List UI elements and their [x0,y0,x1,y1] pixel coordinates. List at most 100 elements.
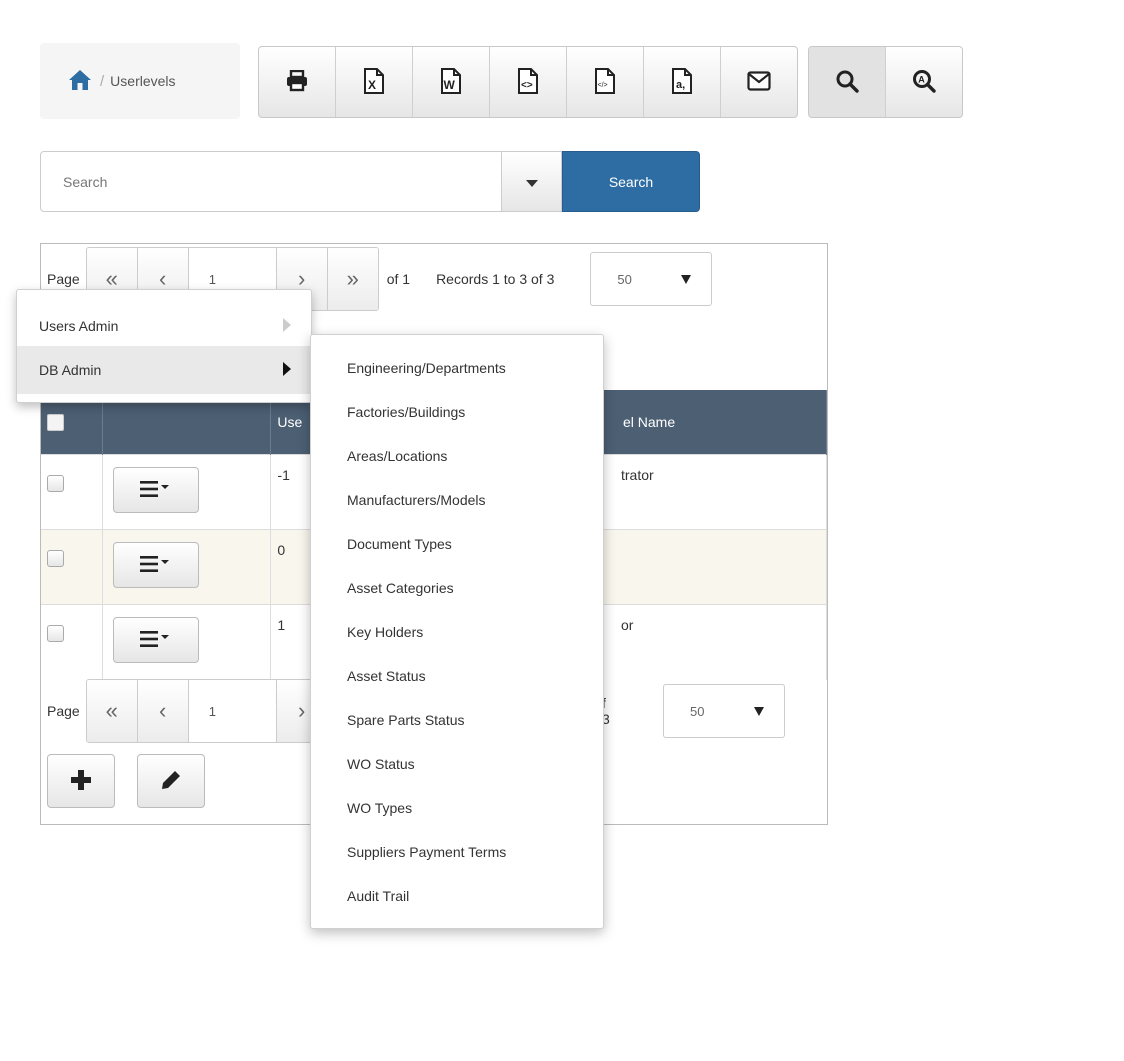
submenu-item-wo-types[interactable]: WO Types [347,800,412,816]
list-menu-icon [140,555,172,576]
page-size-select[interactable]: 50 [590,252,713,306]
plus-icon [70,769,92,794]
svg-text:<>: <> [521,80,533,91]
pager-label: Page [47,271,80,287]
breadcrumb-current: Userlevels [110,73,176,89]
xml-icon: </> [595,67,615,97]
row-checkbox[interactable] [47,475,64,492]
advanced-search-icon: A [912,69,936,96]
userlevel-id: 1 [277,617,286,633]
row-actions-cell [102,529,272,605]
prev-page-button[interactable]: ‹ [137,680,189,742]
userlevel-name-header: el Name [623,414,676,430]
svg-text:a,: a, [676,79,685,91]
row-checkbox[interactable] [47,625,64,642]
row-actions-button[interactable] [113,467,200,513]
page-number-input[interactable] [188,680,277,742]
submenu-item-key-holders[interactable]: Key Holders [347,624,423,640]
page-size-select[interactable]: 50 [663,684,785,738]
word-icon: W [441,67,461,97]
caret-right-icon [283,361,291,379]
export-xml-button[interactable]: </> [567,47,644,117]
export-html-button[interactable]: <> [490,47,567,117]
csv-icon: a, [672,67,692,97]
userlevel-id-header: Use [277,414,303,430]
submenu-item-audit-trail[interactable]: Audit Trail [347,888,409,904]
submenu-item-document-types[interactable]: Document Types [347,536,452,552]
row-select-cell [41,454,104,530]
caret-down-icon [754,704,764,719]
submenu-item-asset-status[interactable]: Asset Status [347,668,426,684]
chevron-left-icon: ‹ [159,698,167,723]
search-panel-button[interactable] [809,47,886,117]
submenu-item-factories-buildings[interactable]: Factories/Buildings [347,404,465,420]
edit-button[interactable] [137,754,205,808]
chevron-right-icon: › [298,698,306,723]
svg-text:</>: </> [598,82,608,89]
pencil-icon [160,769,182,794]
row-select-cell [41,604,104,680]
list-menu-icon [140,480,172,501]
export-word-button[interactable]: W [413,47,490,117]
userlevel-name: trator [621,467,654,483]
search-type-dropdown[interactable] [502,151,562,212]
breadcrumb-separator: / [100,72,105,90]
page-size-value: 50 [690,703,705,719]
add-button[interactable] [47,754,115,808]
html-icon: <> [518,67,538,97]
home-icon[interactable] [68,69,92,94]
search-bar: Search [40,151,700,212]
submenu-item-suppliers-payment-terms[interactable]: Suppliers Payment Terms [347,844,506,860]
pager-bottom: Page « ‹ › f 3 50 [47,679,785,743]
submenu-item-manufacturers-models[interactable]: Manufacturers/Models [347,492,486,508]
pager-buttons: « ‹ › [85,679,328,743]
printer-icon [285,69,309,95]
menu-item-label: DB Admin [39,362,102,378]
svg-text:W: W [444,78,456,92]
menu-item-db-admin[interactable]: DB Admin [17,346,311,394]
search-input[interactable] [40,151,502,212]
row-actions-button[interactable] [113,542,200,588]
export-csv-button[interactable]: a, [644,47,721,117]
breadcrumb: / Userlevels [40,43,240,119]
last-page-button[interactable]: » [327,248,378,310]
list-menu-icon [140,630,172,651]
advanced-search-button[interactable]: A [886,47,962,117]
submenu-item-areas-locations[interactable]: Areas/Locations [347,448,447,464]
admin-dropdown-menu: Users Admin DB Admin [16,289,312,403]
row-select-cell [41,529,104,605]
print-button[interactable] [259,47,336,117]
row-checkbox[interactable] [47,550,64,567]
first-page-button[interactable]: « [86,680,138,742]
userlevel-id: -1 [277,467,290,483]
search-toolbar: A [808,46,963,118]
svg-text:A: A [918,74,925,84]
email-button[interactable] [721,47,797,117]
export-toolbar: X W <> </> a, [258,46,798,118]
search-icon [835,69,859,96]
excel-icon: X [364,67,384,97]
row-actions-button[interactable] [113,617,200,663]
submenu-item-asset-categories[interactable]: Asset Categories [347,580,454,596]
submenu-item-engineering-departments[interactable]: Engineering/Departments [347,360,506,376]
caret-right-icon [283,317,291,335]
menu-item-users-admin[interactable]: Users Admin [17,302,311,350]
menu-item-label: Users Admin [39,318,119,334]
page-size-value: 50 [617,271,632,287]
row-actions-cell [102,454,272,530]
search-button[interactable]: Search [562,151,700,212]
svg-text:X: X [368,78,376,92]
email-icon [747,70,771,94]
double-chevron-left-icon: « [105,698,118,723]
caret-down-icon [681,272,692,287]
caret-down-icon [525,174,538,190]
db-admin-submenu: Engineering/Departments Factories/Buildi… [310,334,604,929]
export-excel-button[interactable]: X [336,47,413,117]
submenu-item-wo-status[interactable]: WO Status [347,756,415,772]
select-all-checkbox[interactable] [47,414,64,431]
row-actions-cell [102,604,272,680]
submenu-item-spare-parts-status[interactable]: Spare Parts Status [347,712,465,728]
double-chevron-right-icon: » [346,266,359,291]
userlevel-name: or [621,617,634,633]
userlevel-id: 0 [277,542,286,558]
